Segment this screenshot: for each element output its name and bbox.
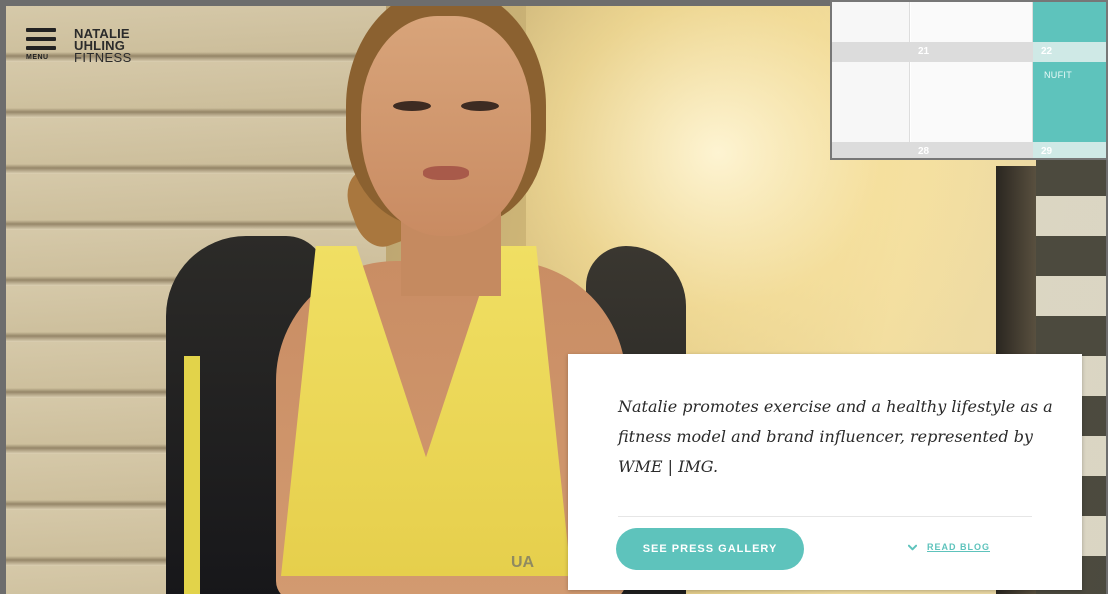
see-press-gallery-button[interactable]: SEE PRESS GALLERY: [616, 528, 804, 570]
calendar-overlay: 21 22 28 29 NUFIT: [830, 0, 1108, 160]
read-blog-link[interactable]: READ BLOG: [908, 542, 990, 552]
logo-line-1: NATALIE UHLING: [74, 26, 130, 53]
hamburger-menu-icon[interactable]: [26, 28, 56, 52]
card-divider: [618, 516, 1032, 517]
calendar-column-highlighted: [1033, 2, 1106, 158]
calendar-column: [832, 2, 910, 158]
brand-logo-mark: UA: [511, 554, 535, 571]
calendar-day[interactable]: 22: [1041, 46, 1052, 57]
menu-label[interactable]: MENU: [26, 54, 49, 61]
intro-card: Natalie promotes exercise and a healthy …: [568, 354, 1082, 590]
calendar-day[interactable]: 21: [918, 46, 929, 57]
site-logo[interactable]: NATALIE UHLING FITNESS: [74, 26, 132, 65]
jacket-stripe: [184, 356, 200, 594]
calendar-day[interactable]: 28: [918, 146, 929, 157]
read-blog-label: READ BLOG: [927, 542, 990, 552]
mouth: [423, 166, 469, 180]
calendar-event[interactable]: NUFIT: [1044, 70, 1072, 80]
intro-tagline: Natalie promotes exercise and a healthy …: [618, 397, 1053, 476]
right-eye: [461, 101, 499, 111]
calendar-day[interactable]: 29: [1041, 146, 1052, 157]
logo-line-2: FITNESS: [74, 50, 132, 65]
calendar-column: [911, 2, 1033, 158]
left-eye: [393, 101, 431, 111]
chevron-down-icon: [908, 544, 917, 550]
face: [361, 16, 531, 236]
